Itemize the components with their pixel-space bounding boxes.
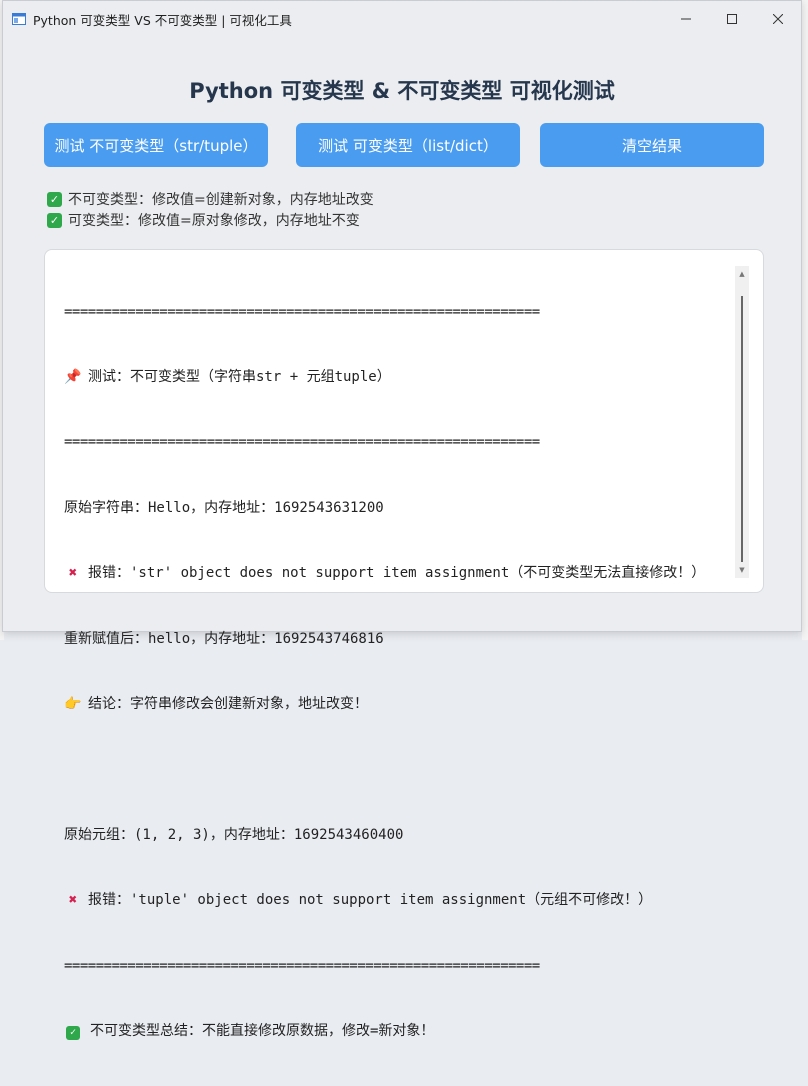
log-text: 报错：'tuple' object does not support item …: [88, 892, 653, 909]
app-window: Python 可变类型 VS 不可变类型 | 可视化工具 Python 可变类型…: [2, 0, 802, 1040]
separator-line: ========================================…: [64, 434, 540, 451]
separator-line: ========================================…: [64, 957, 540, 974]
log-line-summary: ✓ 不可变类型总结：不能直接修改原数据，修改=新对象！: [64, 1021, 724, 1043]
pushpin-icon: 📌: [64, 368, 82, 385]
cross-mark-icon: ✖: [68, 565, 78, 582]
result-panel[interactable]: ========================================…: [44, 249, 764, 1040]
page-title: Python 可变类型 & 不可变类型 可视化测试: [189, 79, 615, 103]
pointing-hand-icon: 👉: [64, 695, 82, 712]
window-title: Python 可变类型 VS 不可变类型 | 可视化工具: [33, 12, 292, 28]
maximize-icon[interactable]: [709, 1, 755, 37]
background-editor-right: [802, 0, 808, 640]
legend-immutable-text: 不可变类型：修改值=创建新对象，内存地址改变: [68, 192, 374, 208]
log-text: 不可变类型总结：不能直接修改原数据，修改=新对象！: [90, 1022, 435, 1039]
log-text: 报错：'str' object does not support item as…: [88, 565, 706, 582]
test-immutable-button[interactable]: 测试 不可变类型（str/tuple）: [44, 123, 268, 167]
check-mark-icon: ✓: [66, 1025, 80, 1040]
log-line-test-title: 📌 测试：不可变类型（字符串str + 元组tuple）: [64, 367, 724, 389]
log-line-orig-str: 原始字符串：Hello，内存地址：1692543631200: [64, 499, 384, 516]
cross-mark-icon: ✖: [68, 892, 78, 909]
legend-immutable: ✓ 不可变类型：修改值=创建新对象，内存地址改变: [47, 189, 374, 209]
log-line-conclusion: 👉 结论：字符串修改会创建新对象，地址改变！: [64, 694, 724, 716]
close-icon[interactable]: [755, 1, 801, 37]
log-line-orig-tuple: 原始元组：(1, 2, 3)，内存地址：1692543460400: [64, 826, 404, 843]
separator-line: ========================================…: [64, 303, 540, 320]
log-line-reassign: 重新赋值后：hello，内存地址：1692543746816: [64, 630, 384, 647]
log-text: 结论：字符串修改会创建新对象，地址改变！: [88, 695, 368, 712]
title-bar[interactable]: Python 可变类型 VS 不可变类型 | 可视化工具: [3, 1, 801, 37]
scroll-down-icon[interactable]: ▼: [738, 566, 746, 574]
log-line-error-str: ✖ 报错：'str' object does not support item a…: [64, 563, 724, 585]
result-log: ========================================…: [64, 258, 724, 1086]
minimize-icon[interactable]: [663, 1, 709, 37]
test-mutable-button[interactable]: 测试 可变类型（list/dict）: [296, 123, 520, 167]
check-icon: ✓: [47, 191, 62, 207]
scrollbar-thumb[interactable]: [741, 296, 743, 562]
legend-mutable: ✓ 可变类型：修改值=原对象修改，内存地址不变: [47, 210, 360, 230]
vertical-scrollbar[interactable]: ▲ ▼: [735, 266, 749, 578]
log-text: 测试：不可变类型（字符串str + 元组tuple）: [88, 368, 391, 385]
legend-mutable-text: 可变类型：修改值=原对象修改，内存地址不变: [68, 213, 360, 229]
scroll-up-icon[interactable]: ▲: [738, 270, 746, 278]
app-icon: [12, 13, 26, 25]
log-line-error-tuple: ✖ 报错：'tuple' object does not support item…: [64, 890, 724, 912]
check-icon: ✓: [47, 212, 62, 228]
clear-results-button[interactable]: 清空结果: [540, 123, 764, 167]
